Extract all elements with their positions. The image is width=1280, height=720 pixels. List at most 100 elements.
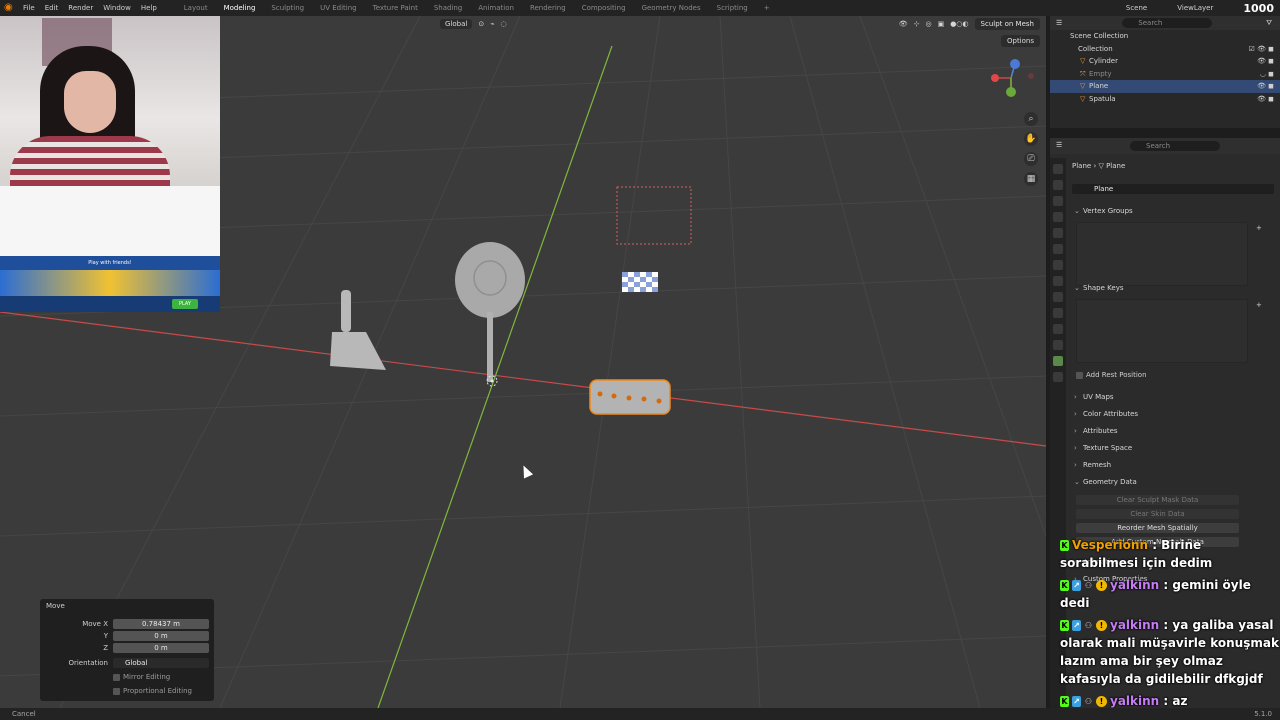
shape-keys-section[interactable]: ⌄ Shape Keys: [1074, 282, 1274, 294]
transform-orientation-dropdown[interactable]: Global: [440, 19, 473, 29]
move-x-field[interactable]: 0.78437 m: [113, 619, 209, 629]
mirror-checkbox-box[interactable]: [113, 673, 120, 681]
menu-render[interactable]: Render: [63, 4, 98, 12]
mirror-editing-checkbox[interactable]: Mirror Editing: [113, 672, 170, 682]
outliner-item-empty[interactable]: ⤧ Empty ◡ ◼: [1050, 68, 1280, 81]
scene-tab-icon[interactable]: [1053, 228, 1063, 238]
plane-object-selected[interactable]: [589, 379, 671, 415]
outliner-item-cylinder[interactable]: ▽ Cylinder 👁 ◼: [1050, 55, 1280, 68]
cylinder-object[interactable]: [455, 242, 525, 382]
eye-closed-icon[interactable]: ◡ ◼: [1260, 68, 1274, 81]
collection-row[interactable]: Collection ☑ 👁 ◼: [1050, 43, 1280, 56]
move-panel-title[interactable]: Move: [46, 602, 65, 610]
filter-icon[interactable]: ⛛: [1266, 19, 1272, 28]
output-tab-icon[interactable]: [1053, 196, 1063, 206]
visibility-icon[interactable]: 👁: [899, 20, 908, 28]
texture-space-section[interactable]: › Texture Space: [1074, 442, 1274, 454]
tab-modeling[interactable]: Modeling: [216, 4, 264, 12]
overlay-icon[interactable]: ◎: [925, 20, 931, 28]
add-vertex-group-icon[interactable]: +: [1256, 224, 1262, 232]
tab-shading[interactable]: Shading: [426, 4, 470, 12]
eye-icon[interactable]: 👁 ◼: [1257, 55, 1274, 68]
pivot-point-icon[interactable]: ⊙: [478, 20, 484, 28]
pan-hand-icon[interactable]: ✋: [1024, 132, 1038, 146]
shading-modes-icon[interactable]: ●○◐: [950, 20, 968, 28]
breadcrumb-separator-icon: › ▽: [1093, 162, 1107, 170]
view-layer-selector[interactable]: ViewLayer: [1177, 4, 1213, 12]
remesh-label: Remesh: [1083, 461, 1112, 469]
menu-file[interactable]: File: [18, 4, 40, 12]
proportional-checkbox-box[interactable]: [113, 687, 120, 695]
move-y-field[interactable]: 0 m: [113, 631, 209, 641]
menu-edit[interactable]: Edit: [40, 4, 64, 12]
tab-sculpting[interactable]: Sculpting: [263, 4, 312, 12]
proportional-editing-checkbox[interactable]: Proportional Editing: [113, 686, 192, 696]
clear-sculpt-mask-button[interactable]: Clear Sculpt Mask Data: [1076, 495, 1239, 505]
remesh-section[interactable]: › Remesh: [1074, 459, 1274, 471]
modifier-tab-icon[interactable]: [1053, 292, 1063, 302]
sculpt-on-mesh-button[interactable]: Sculpt on Mesh: [974, 18, 1040, 30]
tab-uv-editing[interactable]: UV Editing: [312, 4, 365, 12]
view-layer-tab-icon[interactable]: [1053, 212, 1063, 222]
outliner-item-plane[interactable]: ▽ Plane 👁 ◼: [1050, 80, 1280, 93]
camera-icon[interactable]: ⎚: [1024, 152, 1038, 166]
outliner-search-input[interactable]: Search: [1122, 18, 1213, 28]
tab-animation[interactable]: Animation: [470, 4, 522, 12]
outliner-item-spatula[interactable]: ▽ Spatula 👁 ◼: [1050, 93, 1280, 106]
tab-layout[interactable]: Layout: [176, 4, 216, 12]
constraints-tab-icon[interactable]: [1053, 340, 1063, 350]
attributes-section[interactable]: › Attributes: [1074, 425, 1274, 437]
eye-icon[interactable]: 👁 ◼: [1257, 93, 1274, 106]
color-attributes-section[interactable]: › Color Attributes: [1074, 408, 1274, 420]
blender-logo-icon[interactable]: ◉: [4, 2, 18, 14]
tab-compositing[interactable]: Compositing: [574, 4, 634, 12]
collection-tab-icon[interactable]: [1053, 260, 1063, 270]
checker-image-object[interactable]: [622, 272, 658, 292]
add-rest-position-checkbox[interactable]: Add Rest Position: [1076, 371, 1147, 379]
add-shape-key-icon[interactable]: +: [1256, 301, 1262, 309]
eye-icon[interactable]: 👁 ◼: [1257, 80, 1274, 93]
move-z-field[interactable]: 0 m: [113, 643, 209, 653]
tool-tab-icon[interactable]: [1053, 164, 1063, 174]
shape-keys-list[interactable]: [1076, 299, 1248, 363]
tab-rendering[interactable]: Rendering: [522, 4, 574, 12]
chat-username: yalkinn: [1110, 578, 1160, 592]
zoom-icon[interactable]: ⌕: [1024, 112, 1038, 126]
object-tab-icon[interactable]: [1053, 276, 1063, 286]
outliner-editor-type-icon[interactable]: ☰: [1056, 19, 1062, 27]
menu-window[interactable]: Window: [98, 4, 136, 12]
navigation-gizmo[interactable]: [991, 59, 1034, 97]
tab-texture-paint[interactable]: Texture Paint: [365, 4, 426, 12]
collection-visibility-icon[interactable]: ☑ 👁 ◼: [1249, 43, 1274, 56]
orientation-dropdown[interactable]: Global: [113, 658, 209, 668]
reorder-mesh-button[interactable]: Reorder Mesh Spatially: [1076, 523, 1239, 533]
menu-help[interactable]: Help: [136, 4, 162, 12]
render-tab-icon[interactable]: [1053, 180, 1063, 190]
xray-icon[interactable]: ▣: [938, 20, 945, 28]
proportional-edit-icon[interactable]: ◌: [500, 20, 506, 28]
physics-tab-icon[interactable]: [1053, 324, 1063, 334]
options-dropdown[interactable]: Options: [1000, 35, 1040, 47]
grid-view-icon[interactable]: ▦: [1024, 172, 1038, 186]
move-operator-panel[interactable]: Move Move X 0.78437 m Y 0 m Z 0 m Orient…: [40, 599, 214, 701]
vertex-groups-list[interactable]: [1076, 222, 1248, 286]
material-tab-icon[interactable]: [1053, 372, 1063, 382]
rest-position-box[interactable]: [1076, 371, 1083, 379]
tab-scripting[interactable]: Scripting: [709, 4, 756, 12]
vertex-groups-section[interactable]: ⌄ Vertex Groups: [1074, 205, 1274, 217]
properties-search-input[interactable]: Search: [1130, 141, 1220, 151]
world-tab-icon[interactable]: [1053, 244, 1063, 254]
scene-selector[interactable]: Scene: [1126, 4, 1147, 12]
scene-collection-row[interactable]: Scene Collection: [1050, 30, 1280, 43]
properties-editor-type-icon[interactable]: ☰: [1056, 141, 1062, 149]
uv-maps-section[interactable]: › UV Maps: [1074, 391, 1274, 403]
clear-skin-data-button[interactable]: Clear Skin Data: [1076, 509, 1239, 519]
geometry-data-section[interactable]: ⌄ Geometry Data: [1074, 476, 1274, 488]
mesh-data-tab-icon[interactable]: [1053, 356, 1063, 366]
gizmo-icon[interactable]: ⊹: [914, 20, 920, 28]
particles-tab-icon[interactable]: [1053, 308, 1063, 318]
tab-geometry-nodes[interactable]: Geometry Nodes: [634, 4, 709, 12]
mesh-name-field[interactable]: Plane: [1072, 184, 1274, 194]
snap-icon[interactable]: ⌁: [490, 20, 494, 28]
add-workspace-button[interactable]: +: [756, 4, 778, 12]
